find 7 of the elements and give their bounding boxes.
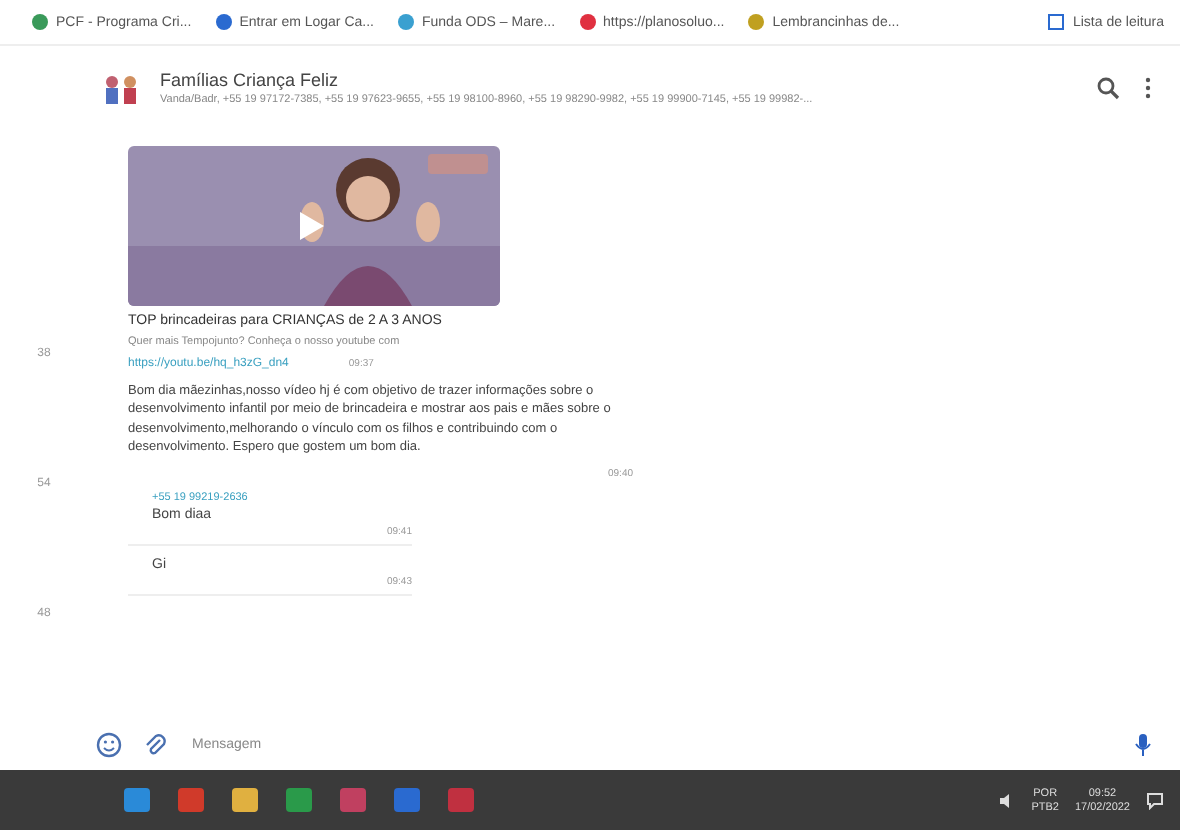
search-icon[interactable]	[1096, 76, 1120, 100]
notification-icon[interactable]	[1146, 791, 1164, 809]
microphone-icon[interactable]	[1130, 731, 1156, 757]
emoji-icon[interactable]	[96, 731, 122, 757]
chat-title: Famílias Criança Feliz	[160, 70, 341, 90]
attach-icon[interactable]	[142, 731, 168, 757]
play-icon[interactable]	[298, 210, 326, 242]
